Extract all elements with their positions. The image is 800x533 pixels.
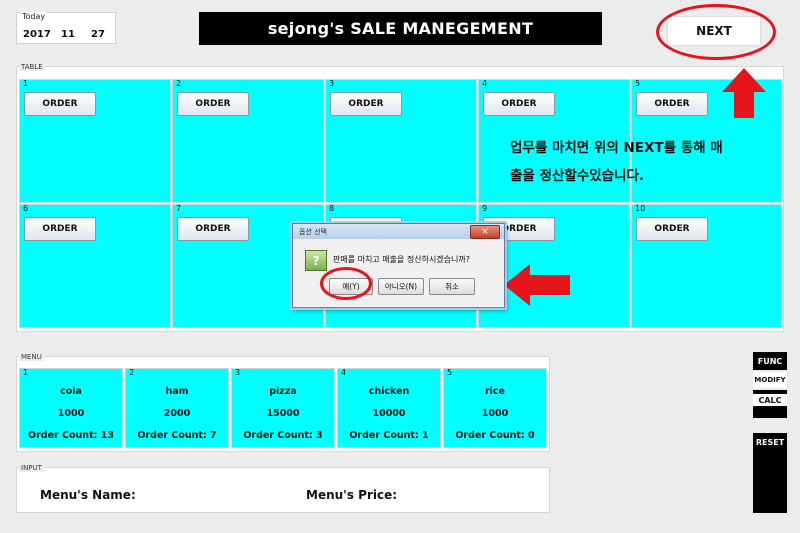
order-button-table-7[interactable]: ORDER bbox=[177, 217, 249, 241]
menu-item-number: 4 bbox=[341, 368, 347, 377]
menu-item-order-count: Order Count: 7 bbox=[137, 430, 217, 441]
red-arrow-left-icon bbox=[504, 264, 570, 306]
menu-item-pizza[interactable]: 3 pizza 15000 Order Count: 3 bbox=[231, 368, 335, 448]
reset-button[interactable]: RESET bbox=[753, 433, 787, 513]
func-button[interactable]: FUNC bbox=[753, 352, 787, 370]
table-number: 5 bbox=[635, 79, 641, 88]
menu-panel-label: MENU bbox=[19, 353, 44, 361]
question-icon: ? bbox=[305, 250, 327, 271]
table-cell-10: 10 ORDER bbox=[631, 204, 782, 328]
order-button-table-6[interactable]: ORDER bbox=[24, 217, 96, 241]
table-number: 10 bbox=[635, 204, 646, 213]
table-number: 9 bbox=[482, 204, 488, 213]
today-month: 11 bbox=[61, 29, 75, 40]
order-button-table-4[interactable]: ORDER bbox=[483, 92, 555, 116]
menu-item-number: 5 bbox=[447, 368, 453, 377]
menu-item-name: chicken bbox=[368, 386, 410, 397]
menu-item-number: 1 bbox=[23, 368, 29, 377]
page-title: sejong's SALE MANEGEMENT bbox=[199, 12, 602, 45]
menu-item-price: 2000 bbox=[163, 408, 191, 419]
table-cell-1: 1 ORDER bbox=[19, 79, 171, 203]
menu-item-ham[interactable]: 2 ham 2000 Order Count: 7 bbox=[125, 368, 229, 448]
table-number: 7 bbox=[176, 204, 182, 213]
menu-item-name: rice bbox=[484, 386, 506, 397]
yes-highlight-circle bbox=[320, 267, 372, 300]
menu-item-order-count: Order Count: 0 bbox=[455, 430, 535, 441]
instruction-line-2: 출을 정산할수있습니다. bbox=[510, 168, 645, 184]
order-button-table-5[interactable]: ORDER bbox=[636, 92, 708, 116]
table-cell-2: 2 ORDER bbox=[172, 79, 324, 203]
menu-item-rice[interactable]: 5 rice 1000 Order Count: 0 bbox=[443, 368, 547, 448]
order-button-table-1[interactable]: ORDER bbox=[24, 92, 96, 116]
dialog-titlebar: 옵션 선택 × bbox=[293, 224, 504, 239]
today-year: 2017 bbox=[23, 29, 51, 40]
input-panel: INPUT Menu's Name: Menu's Price: bbox=[16, 464, 550, 513]
menu-item-number: 3 bbox=[235, 368, 241, 377]
menu-item-name: pizza bbox=[269, 386, 297, 397]
menu-name-label: Menu's Name: bbox=[40, 488, 136, 502]
table-cell-3: 3 ORDER bbox=[325, 79, 477, 203]
menu-item-order-count: Order Count: 1 bbox=[349, 430, 429, 441]
table-number: 4 bbox=[482, 79, 488, 88]
cancel-button[interactable]: 취소 bbox=[429, 278, 475, 295]
today-label: Today bbox=[21, 12, 47, 21]
modify-button[interactable]: MODIFY bbox=[753, 372, 787, 388]
today-day: 27 bbox=[91, 29, 105, 40]
table-number: 3 bbox=[329, 79, 335, 88]
today-date-box: Today 2017 11 27 bbox=[16, 12, 116, 44]
red-arrow-up-icon bbox=[722, 68, 766, 118]
dialog-title: 옵션 선택 bbox=[299, 228, 327, 236]
dialog-message: 판매를 마치고 매출을 정산하시겠습니까? bbox=[333, 255, 470, 264]
confirm-dialog: 옵션 선택 × ? 판매를 마치고 매출을 정산하시겠습니까? 예(Y) 아니오… bbox=[292, 223, 505, 308]
table-number: 2 bbox=[176, 79, 182, 88]
menu-item-number: 2 bbox=[129, 368, 135, 377]
instruction-line-1: 업무를 마치면 위의 NEXT를 통해 매 bbox=[510, 140, 723, 156]
menu-item-cola[interactable]: 1 cola 1000 Order Count: 13 bbox=[19, 368, 123, 448]
order-button-table-3[interactable]: ORDER bbox=[330, 92, 402, 116]
menu-item-chicken[interactable]: 4 chicken 10000 Order Count: 1 bbox=[337, 368, 441, 448]
menu-item-order-count: Order Count: 13 bbox=[28, 430, 114, 441]
reset-label: RESET bbox=[755, 438, 785, 447]
table-cell-6: 6 ORDER bbox=[19, 204, 171, 328]
close-icon[interactable]: × bbox=[470, 225, 500, 239]
calc-label: CALC bbox=[753, 394, 787, 406]
table-panel-label: TABLE bbox=[19, 63, 45, 71]
menu-item-price: 1000 bbox=[481, 408, 509, 419]
menu-panel: MENU 1 cola 1000 Order Count: 13 2 ham 2… bbox=[16, 353, 550, 452]
menu-price-label: Menu's Price: bbox=[306, 488, 398, 502]
input-panel-label: INPUT bbox=[19, 464, 44, 472]
table-number: 1 bbox=[23, 79, 29, 88]
menu-item-price: 1000 bbox=[57, 408, 85, 419]
menu-item-price: 15000 bbox=[266, 408, 300, 419]
no-button[interactable]: 아니오(N) bbox=[378, 278, 424, 295]
table-number: 8 bbox=[329, 204, 335, 213]
next-highlight-circle bbox=[656, 4, 776, 60]
instruction-text: 업무를 마치면 위의 NEXT를 통해 매 출을 정산할수있습니다. bbox=[510, 134, 780, 190]
menu-item-name: ham bbox=[165, 386, 189, 397]
order-button-table-10[interactable]: ORDER bbox=[636, 217, 708, 241]
calc-button[interactable]: CALC bbox=[753, 390, 787, 418]
menu-item-order-count: Order Count: 3 bbox=[243, 430, 323, 441]
table-number: 6 bbox=[23, 204, 29, 213]
menu-item-name: cola bbox=[60, 386, 82, 397]
order-button-table-2[interactable]: ORDER bbox=[177, 92, 249, 116]
menu-item-price: 10000 bbox=[372, 408, 406, 419]
